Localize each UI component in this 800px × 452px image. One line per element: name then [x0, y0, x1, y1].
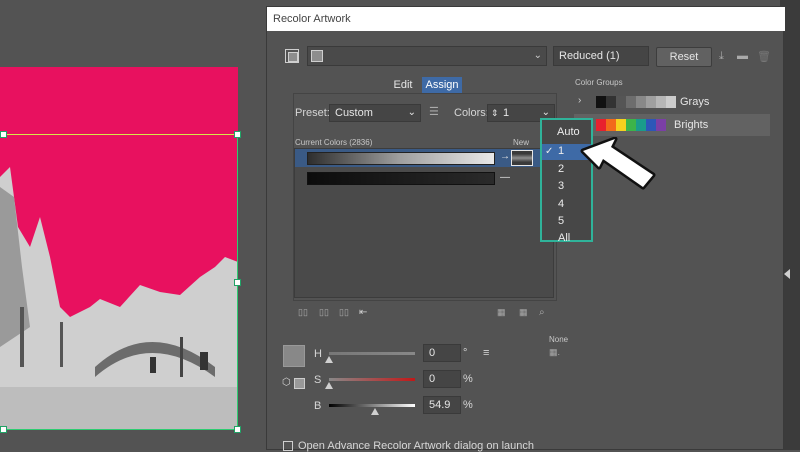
stepper-arrows-icon: ⇕: [491, 108, 499, 118]
h-label: H: [314, 348, 322, 360]
dropdown-option-all[interactable]: All: [542, 230, 591, 247]
selection-handle-tl[interactable]: [0, 131, 7, 138]
color-group-grays[interactable]: › Grays: [574, 91, 770, 113]
randomly-change-saturation-icon[interactable]: ▦: [519, 307, 528, 318]
h-value-input[interactable]: 0: [423, 344, 461, 362]
current-color-black-ramp[interactable]: [307, 172, 495, 185]
h-slider-track[interactable]: [329, 352, 415, 355]
advanced-dialog-checkbox-label: Open Advance Recolor Artwork dialog on l…: [298, 440, 535, 452]
chevron-down-icon: ⌄: [533, 50, 542, 61]
b-slider-track[interactable]: [329, 404, 415, 407]
color-group-name-input[interactable]: Reduced (1): [553, 46, 649, 66]
get-colors-icon[interactable]: [285, 49, 299, 63]
s-value-input[interactable]: 0: [423, 370, 461, 388]
exclude-colors-icon[interactable]: ▯▯: [339, 307, 349, 318]
artboard-canvas: [0, 0, 266, 450]
b-value-input[interactable]: 54.9: [423, 396, 461, 414]
color-groups-heading: Color Groups: [575, 78, 623, 87]
preset-select[interactable]: Custom ⌄: [329, 104, 421, 122]
current-color-gray-ramp[interactable]: [307, 152, 495, 165]
out-of-gamut-swatch[interactable]: [294, 378, 305, 389]
swatch-icon: [311, 50, 323, 62]
color-mode-icon[interactable]: ▦.: [549, 347, 560, 358]
dialog-title: Recolor Artwork: [273, 13, 351, 25]
current-colors-label: Current Colors (2836): [295, 138, 373, 147]
new-row-icon[interactable]: ⇤: [359, 307, 367, 318]
dash-icon: —: [500, 172, 510, 183]
merge-colors-icon[interactable]: ▯▯: [298, 307, 308, 318]
brights-swatches: [596, 119, 666, 131]
selection-handle-bl[interactable]: [0, 426, 7, 433]
color-group-field[interactable]: ⌄: [307, 46, 547, 66]
selection-handle-br[interactable]: [234, 426, 241, 433]
tab-assign[interactable]: Assign: [422, 77, 462, 93]
dialog-titlebar[interactable]: Recolor Artwork: [267, 7, 785, 31]
tab-edit[interactable]: Edit: [389, 77, 417, 93]
s-unit: %: [463, 373, 473, 385]
current-colors-list: [294, 148, 554, 298]
b-label: B: [314, 400, 322, 412]
s-label: S: [314, 374, 322, 386]
h-slider-thumb[interactable]: [325, 356, 333, 363]
checkmark-icon: ✓: [545, 146, 554, 157]
selection-handle-mr[interactable]: [234, 279, 241, 286]
pointer-arrow-icon: [580, 137, 656, 190]
grays-swatches: [596, 96, 676, 108]
color-reduction-options-icon[interactable]: ☰: [429, 105, 439, 118]
colors-label: Colors:: [454, 107, 489, 119]
b-unit: %: [463, 399, 473, 411]
selection-edge-bottom: [0, 429, 240, 430]
none-label: None: [549, 335, 569, 344]
dropdown-option-5[interactable]: 5: [542, 213, 591, 230]
separate-colors-icon[interactable]: ▯▯: [319, 307, 329, 318]
recolor-artwork-dialog: Recolor Artwork ⌄ Reduced (1) Reset ⤓ ▬ …: [266, 6, 785, 452]
new-label: New: [513, 138, 530, 147]
collapse-arrow-icon: [784, 269, 790, 279]
preset-label: Preset:: [295, 107, 330, 119]
chevron-right-icon[interactable]: ›: [578, 95, 581, 106]
selection-edge-top: [0, 134, 240, 135]
s-slider-thumb[interactable]: [325, 382, 333, 389]
active-color-swatch[interactable]: [283, 345, 305, 367]
chevron-down-icon: ⌄: [407, 107, 416, 118]
building-silhouette: [0, 167, 238, 430]
hamburger-menu-icon[interactable]: ≡: [483, 347, 489, 359]
folder-icon[interactable]: ▬: [737, 50, 748, 62]
new-color-swatch[interactable]: [511, 150, 533, 166]
find-color-icon[interactable]: ⌕: [539, 307, 545, 318]
selection-handle-tr[interactable]: [234, 131, 241, 138]
h-unit: °: [463, 347, 468, 359]
artwork-image[interactable]: [0, 67, 238, 430]
b-slider-thumb[interactable]: [371, 408, 379, 415]
preset-value: Custom: [335, 107, 373, 119]
color-group-label: Grays: [680, 96, 710, 108]
reset-button[interactable]: Reset: [656, 47, 712, 67]
cube-icon: ⬡: [282, 377, 291, 388]
save-group-icon[interactable]: ⤓: [719, 50, 724, 63]
color-group-brights[interactable]: Brights: [574, 114, 770, 136]
s-slider-track[interactable]: [329, 378, 415, 381]
arrow-right-icon[interactable]: →: [500, 151, 510, 162]
colors-value: 1: [503, 107, 510, 119]
randomly-change-order-icon[interactable]: ▦: [497, 307, 506, 318]
trash-icon[interactable]: 🗑: [757, 50, 771, 63]
color-group-label: Brights: [674, 119, 709, 131]
dropdown-option-4[interactable]: 4: [542, 196, 591, 213]
